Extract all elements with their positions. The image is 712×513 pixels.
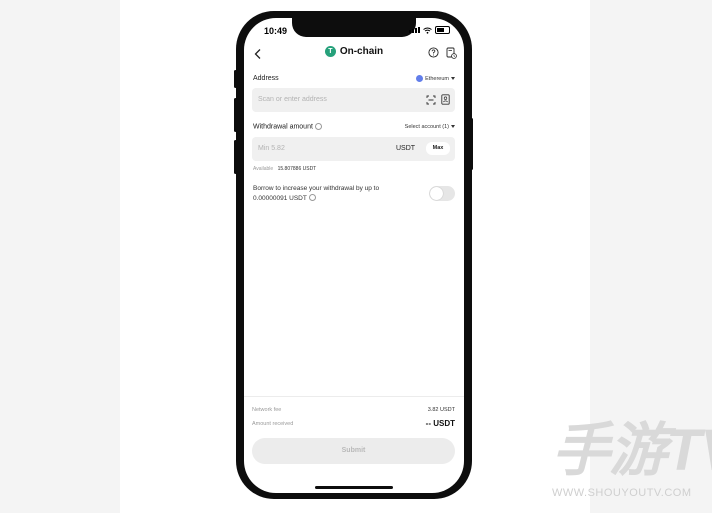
borrow-toggle[interactable] bbox=[429, 186, 455, 201]
select-account-dropdown[interactable]: Select account (1) bbox=[405, 124, 455, 130]
available-label: Available bbox=[253, 166, 274, 172]
address-input[interactable]: Scan or enter address bbox=[252, 88, 455, 112]
background-left bbox=[0, 0, 120, 513]
divider bbox=[244, 396, 464, 397]
signal-icon bbox=[409, 27, 420, 33]
available-value: 15.807886 USDT bbox=[277, 166, 317, 172]
status-icons bbox=[409, 26, 450, 34]
network-selector[interactable]: Ethereum bbox=[416, 75, 455, 82]
usdt-coin-icon: T bbox=[324, 46, 336, 57]
toggle-knob bbox=[430, 187, 443, 200]
borrow-text-line1: Borrow to increase your withdrawal by up… bbox=[253, 185, 380, 192]
phone-side-button bbox=[234, 98, 237, 132]
submit-button[interactable]: Submit bbox=[252, 438, 455, 464]
withdrawal-amount-label: Withdrawal amount bbox=[253, 123, 322, 130]
amount-input[interactable]: Min 5.82 USDT Max bbox=[252, 137, 455, 161]
borrow-amount: 0.00000091 USDT bbox=[253, 194, 307, 202]
network-fee-label: Network fee bbox=[252, 407, 282, 413]
select-account-text: Select account (1) bbox=[404, 124, 449, 130]
address-placeholder: Scan or enter address bbox=[258, 96, 327, 103]
info-icon[interactable] bbox=[308, 194, 316, 202]
amount-received-label: Amount received bbox=[252, 420, 294, 427]
amount-received-value: -- USDT bbox=[425, 419, 455, 428]
notch bbox=[292, 18, 416, 37]
phone-side-button bbox=[234, 70, 237, 88]
app-screen: 10:49 T On-chain Address Ethereum Scan o… bbox=[244, 18, 464, 493]
max-button[interactable]: Max bbox=[426, 142, 450, 155]
page-title-text: On-chain bbox=[339, 46, 384, 57]
ethereum-icon bbox=[416, 75, 424, 82]
phone-side-button bbox=[234, 140, 237, 174]
borrow-text: Borrow to increase your withdrawal by up… bbox=[253, 184, 379, 203]
home-indicator bbox=[315, 486, 393, 489]
amount-received-row: Amount received -- USDT bbox=[252, 419, 455, 428]
watermark-url: WWW.SHOUYOUTV.COM bbox=[552, 487, 692, 499]
header: T On-chain bbox=[244, 44, 464, 64]
phone-side-button bbox=[470, 118, 473, 170]
history-icon[interactable] bbox=[446, 47, 457, 59]
scan-icon[interactable] bbox=[426, 95, 436, 105]
network-name: Ethereum bbox=[425, 75, 449, 82]
address-book-icon[interactable] bbox=[441, 94, 450, 105]
watermark-logo: 手游TV bbox=[552, 418, 712, 483]
borrow-text-line2: 0.00000091 USDT bbox=[253, 194, 379, 204]
address-label: Address bbox=[253, 75, 279, 82]
battery-icon bbox=[435, 26, 450, 34]
info-icon[interactable] bbox=[314, 123, 322, 130]
network-fee-value: 3.82 USDT bbox=[427, 407, 455, 413]
chevron-down-icon bbox=[451, 77, 455, 80]
chevron-down-icon bbox=[451, 125, 455, 129]
withdrawal-amount-text: Withdrawal amount bbox=[253, 123, 313, 131]
currency-label: USDT bbox=[396, 145, 416, 152]
help-icon[interactable] bbox=[428, 47, 439, 58]
status-time: 10:49 bbox=[264, 26, 288, 36]
amount-placeholder: Min 5.82 bbox=[258, 145, 285, 152]
network-fee-row: Network fee 3.82 USDT bbox=[252, 407, 455, 413]
available-balance: Available 15.807886 USDT bbox=[253, 166, 316, 172]
wifi-icon bbox=[423, 27, 432, 34]
